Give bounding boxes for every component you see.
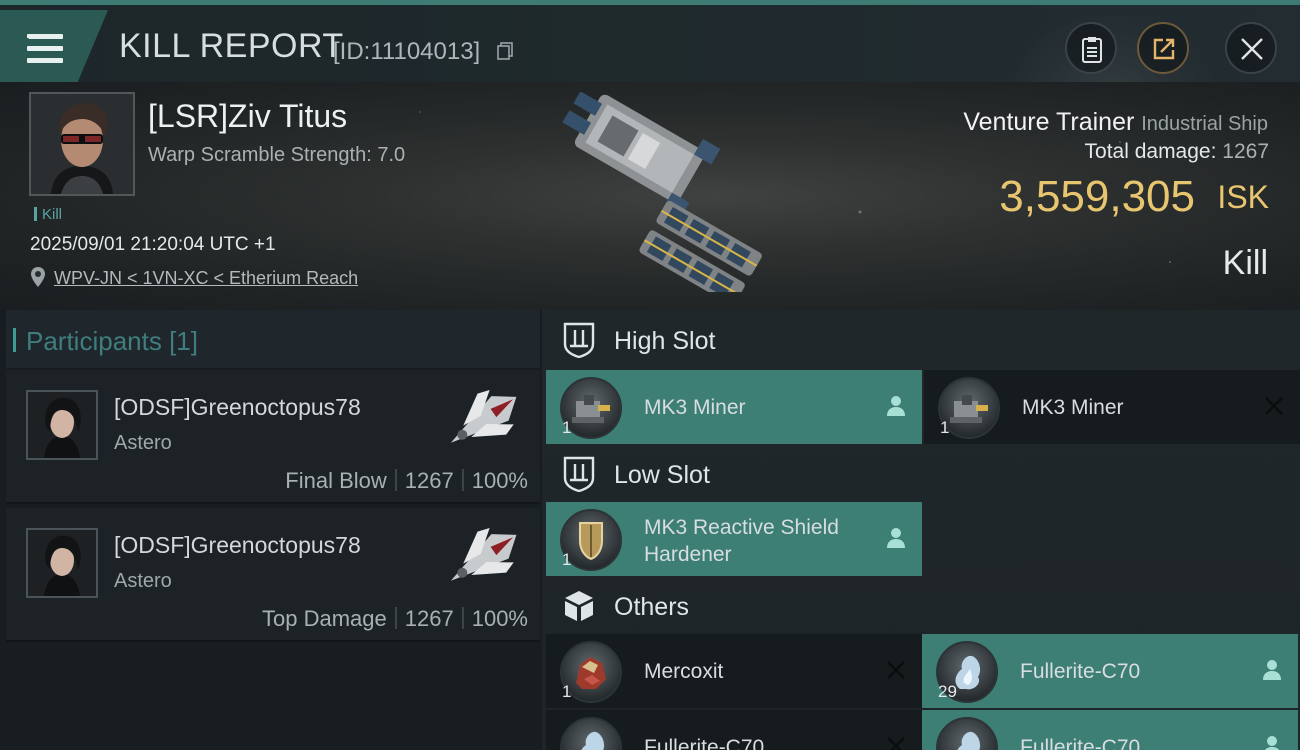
item-quantity: 29: [938, 682, 957, 701]
result-label: Kill: [1222, 244, 1268, 282]
page-title: KILL REPORT: [119, 27, 344, 65]
participant-card[interactable]: [ODSF]Greenoctopus78 Astero Top Damage 12…: [6, 508, 540, 642]
destroyed-x-icon: [887, 737, 905, 750]
participant-role: Final Blow: [285, 468, 387, 493]
destroyed-x-icon: [887, 661, 905, 679]
participant-ship: Astero: [114, 432, 172, 454]
participant-stats: Final Blow 1267 100%: [285, 468, 528, 494]
high-slot-header: High Slot: [542, 310, 1300, 368]
top-bar: KILL REPORT [ID:11104013]: [0, 0, 1300, 87]
participant-stats: Top Damage 1267 100%: [262, 606, 528, 632]
item-quantity: 1: [562, 418, 572, 437]
participant-avatar[interactable]: [26, 528, 98, 598]
item-quantity: 1: [562, 682, 572, 701]
location-pin-icon: [31, 267, 45, 287]
participants-panel: Participants [1] [ODSF]Greenoctopus78 As…: [0, 310, 542, 750]
participant-percent: 100%: [471, 468, 528, 493]
participant-role: Top Damage: [262, 606, 387, 631]
location-link[interactable]: WPV-JN < 1VN-XC < Etherium Reach: [54, 268, 358, 289]
kill-tag: Kill: [34, 206, 62, 223]
item-name: Mercoxit: [644, 660, 724, 683]
participant-name[interactable]: [ODSF]Greenoctopus78: [114, 532, 361, 559]
item-name: Fullerite-C70: [1020, 736, 1141, 750]
clipboard-button[interactable]: [1065, 22, 1117, 74]
victim-name[interactable]: [LSR]Ziv Titus: [148, 98, 347, 135]
participant-ship-image: [450, 390, 517, 443]
dropped-person-icon: [887, 528, 905, 548]
participant-ship-image: [450, 528, 517, 581]
menu-icon: [23, 34, 63, 64]
others-title: Others: [614, 593, 690, 621]
participant-avatar[interactable]: [26, 390, 98, 460]
low-slot-title: Low Slot: [614, 461, 710, 489]
participant-card[interactable]: [ODSF]Greenoctopus78 Astero Final Blow 12…: [6, 370, 540, 504]
fitting-item[interactable]: 1 MK3 Miner: [546, 370, 922, 444]
item-name: Fullerite-C70: [644, 736, 765, 750]
item-quantity: 1: [940, 418, 950, 437]
item-name: MK3 Reactive Shield Hardener: [644, 516, 839, 566]
total-damage: Total damage: 1267: [1085, 140, 1269, 164]
dropped-person-icon: [887, 396, 905, 416]
close-icon: [1241, 38, 1263, 60]
kill-summary: Kill [LSR]Ziv Titus Warp Scramble Streng…: [0, 82, 1300, 310]
report-id: [ID:11104013]: [333, 38, 481, 65]
item-name: MK3 Miner: [1022, 396, 1124, 419]
fitting-item[interactable]: Fullerite-C70: [546, 710, 922, 750]
participant-damage: 1267: [404, 468, 454, 493]
share-icon: [1153, 38, 1175, 60]
ship-name-text: Venture Trainer: [963, 108, 1135, 136]
isk-value: 3,559,305: [999, 172, 1195, 221]
share-button[interactable]: [1137, 22, 1189, 74]
participant-ship: Astero: [114, 570, 172, 592]
fitting-panel: High Slot 1 MK3 Miner 1 MK3 Miner Low Sl…: [542, 310, 1300, 750]
clipboard-icon: [1082, 37, 1102, 63]
high-slot-title: High Slot: [614, 327, 716, 355]
menu-button[interactable]: [0, 10, 108, 82]
fullerite-gas-icon: [560, 717, 622, 750]
cargo-box-icon: [565, 591, 593, 621]
copy-icon[interactable]: [497, 42, 513, 60]
kill-datetime: 2025/09/01 21:20:04 UTC +1: [30, 234, 276, 255]
victim-avatar[interactable]: [29, 92, 135, 196]
dropped-person-icon: [1264, 736, 1280, 750]
fitting-item[interactable]: Fullerite-C70: [922, 710, 1298, 750]
fullerite-gas-icon: [936, 717, 998, 750]
destroyed-x-icon: [1265, 397, 1283, 415]
low-slot-header: Low Slot: [542, 444, 1300, 502]
participants-title: Participants [1]: [13, 326, 198, 356]
participant-name[interactable]: [ODSF]Greenoctopus78: [114, 394, 361, 421]
isk-unit: ISK: [1217, 179, 1269, 215]
fitting-item[interactable]: 29 Fullerite-C70: [922, 634, 1298, 708]
fitting-item[interactable]: 1 Mercoxit: [546, 634, 922, 708]
dropped-person-icon: [1263, 660, 1281, 680]
victim-ship-image: [562, 92, 762, 292]
others-header: Others: [542, 576, 1300, 634]
fitting-item[interactable]: 1 MK3 Miner: [924, 370, 1300, 444]
item-quantity: 1: [562, 550, 572, 569]
close-button[interactable]: [1225, 22, 1277, 74]
participants-header: Participants [1]: [6, 310, 540, 368]
ship-name[interactable]: Venture Trainer Industrial Ship: [963, 108, 1268, 137]
participant-damage: 1267: [404, 606, 454, 631]
low-slot-icon: [563, 456, 595, 492]
warp-scramble-strength: Warp Scramble Strength: 7.0: [148, 144, 406, 166]
total-damage-label: Total damage:: [1084, 140, 1217, 163]
ship-class: Industrial Ship: [1141, 113, 1268, 135]
high-slot-icon: [563, 322, 595, 358]
item-name: MK3 Miner: [644, 396, 746, 419]
fitting-item[interactable]: 1 MK3 Reactive Shield Hardener: [546, 502, 922, 576]
total-damage-value: 1267: [1222, 140, 1269, 163]
participant-percent: 100%: [471, 606, 528, 631]
item-name: Fullerite-C70: [1020, 660, 1141, 683]
